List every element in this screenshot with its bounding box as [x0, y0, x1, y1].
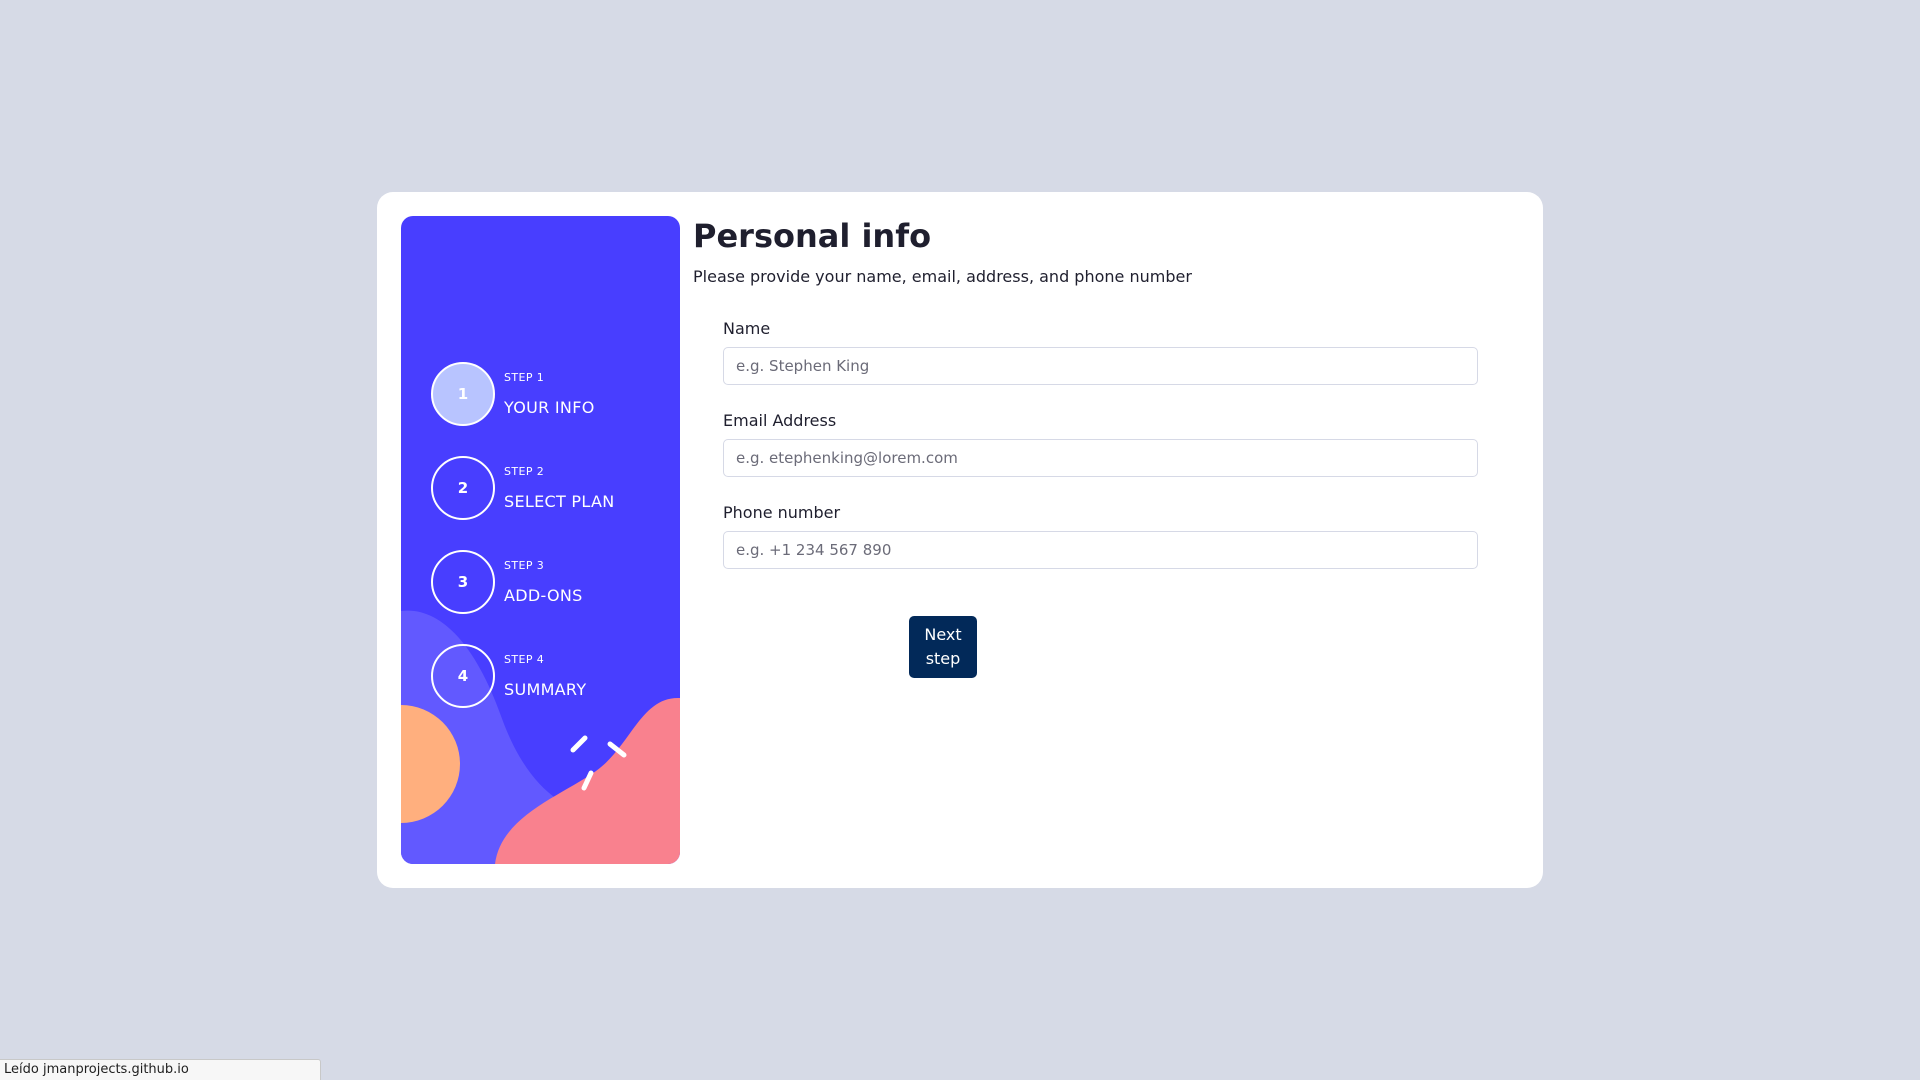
browser-status-bar: Leído jmanprojects.github.io	[0, 1059, 321, 1080]
phone-field-group: Phone number	[723, 503, 1478, 569]
sidebar: 1 STEP 1 YOUR INFO 2 STEP 2 SELECT PLAN …	[401, 216, 680, 864]
step-index-label: STEP 4	[504, 653, 545, 666]
step-index-label: STEP 1	[504, 371, 545, 384]
email-field-group: Email Address	[723, 411, 1478, 477]
phone-label: Phone number	[723, 503, 841, 522]
step-number-circle: 2	[431, 456, 495, 520]
sidebar-step-1[interactable]: 1 STEP 1 YOUR INFO	[431, 362, 614, 426]
main-content: Personal info Please provide your name, …	[693, 216, 1513, 678]
personal-info-form: Name Email Address Phone number Next ste…	[723, 319, 1478, 678]
step-title: ADD-ONS	[504, 586, 583, 605]
sidebar-step-3[interactable]: 3 STEP 3 ADD-ONS	[431, 550, 614, 614]
phone-input[interactable]	[723, 531, 1478, 569]
next-step-button[interactable]: Next step	[909, 616, 977, 678]
step-list: 1 STEP 1 YOUR INFO 2 STEP 2 SELECT PLAN …	[431, 362, 614, 708]
step-number-circle: 3	[431, 550, 495, 614]
form-card: 1 STEP 1 YOUR INFO 2 STEP 2 SELECT PLAN …	[377, 192, 1543, 888]
name-field-group: Name	[723, 319, 1478, 385]
email-input[interactable]	[723, 439, 1478, 477]
deco-line-1	[570, 735, 588, 753]
name-label: Name	[723, 319, 771, 338]
page-subtitle: Please provide your name, email, address…	[693, 267, 1192, 286]
step-index-label: STEP 2	[504, 465, 545, 478]
step-title: YOUR INFO	[504, 398, 595, 417]
sidebar-step-2[interactable]: 2 STEP 2 SELECT PLAN	[431, 456, 614, 520]
page-title: Personal info	[693, 217, 932, 255]
step-index-label: STEP 3	[504, 559, 545, 572]
step-number-circle: 1	[431, 362, 495, 426]
step-title: SELECT PLAN	[504, 492, 615, 511]
sidebar-step-4[interactable]: 4 STEP 4 SUMMARY	[431, 644, 614, 708]
step-title: SUMMARY	[504, 680, 587, 699]
step-number-circle: 4	[431, 644, 495, 708]
email-label: Email Address	[723, 411, 837, 430]
name-input[interactable]	[723, 347, 1478, 385]
